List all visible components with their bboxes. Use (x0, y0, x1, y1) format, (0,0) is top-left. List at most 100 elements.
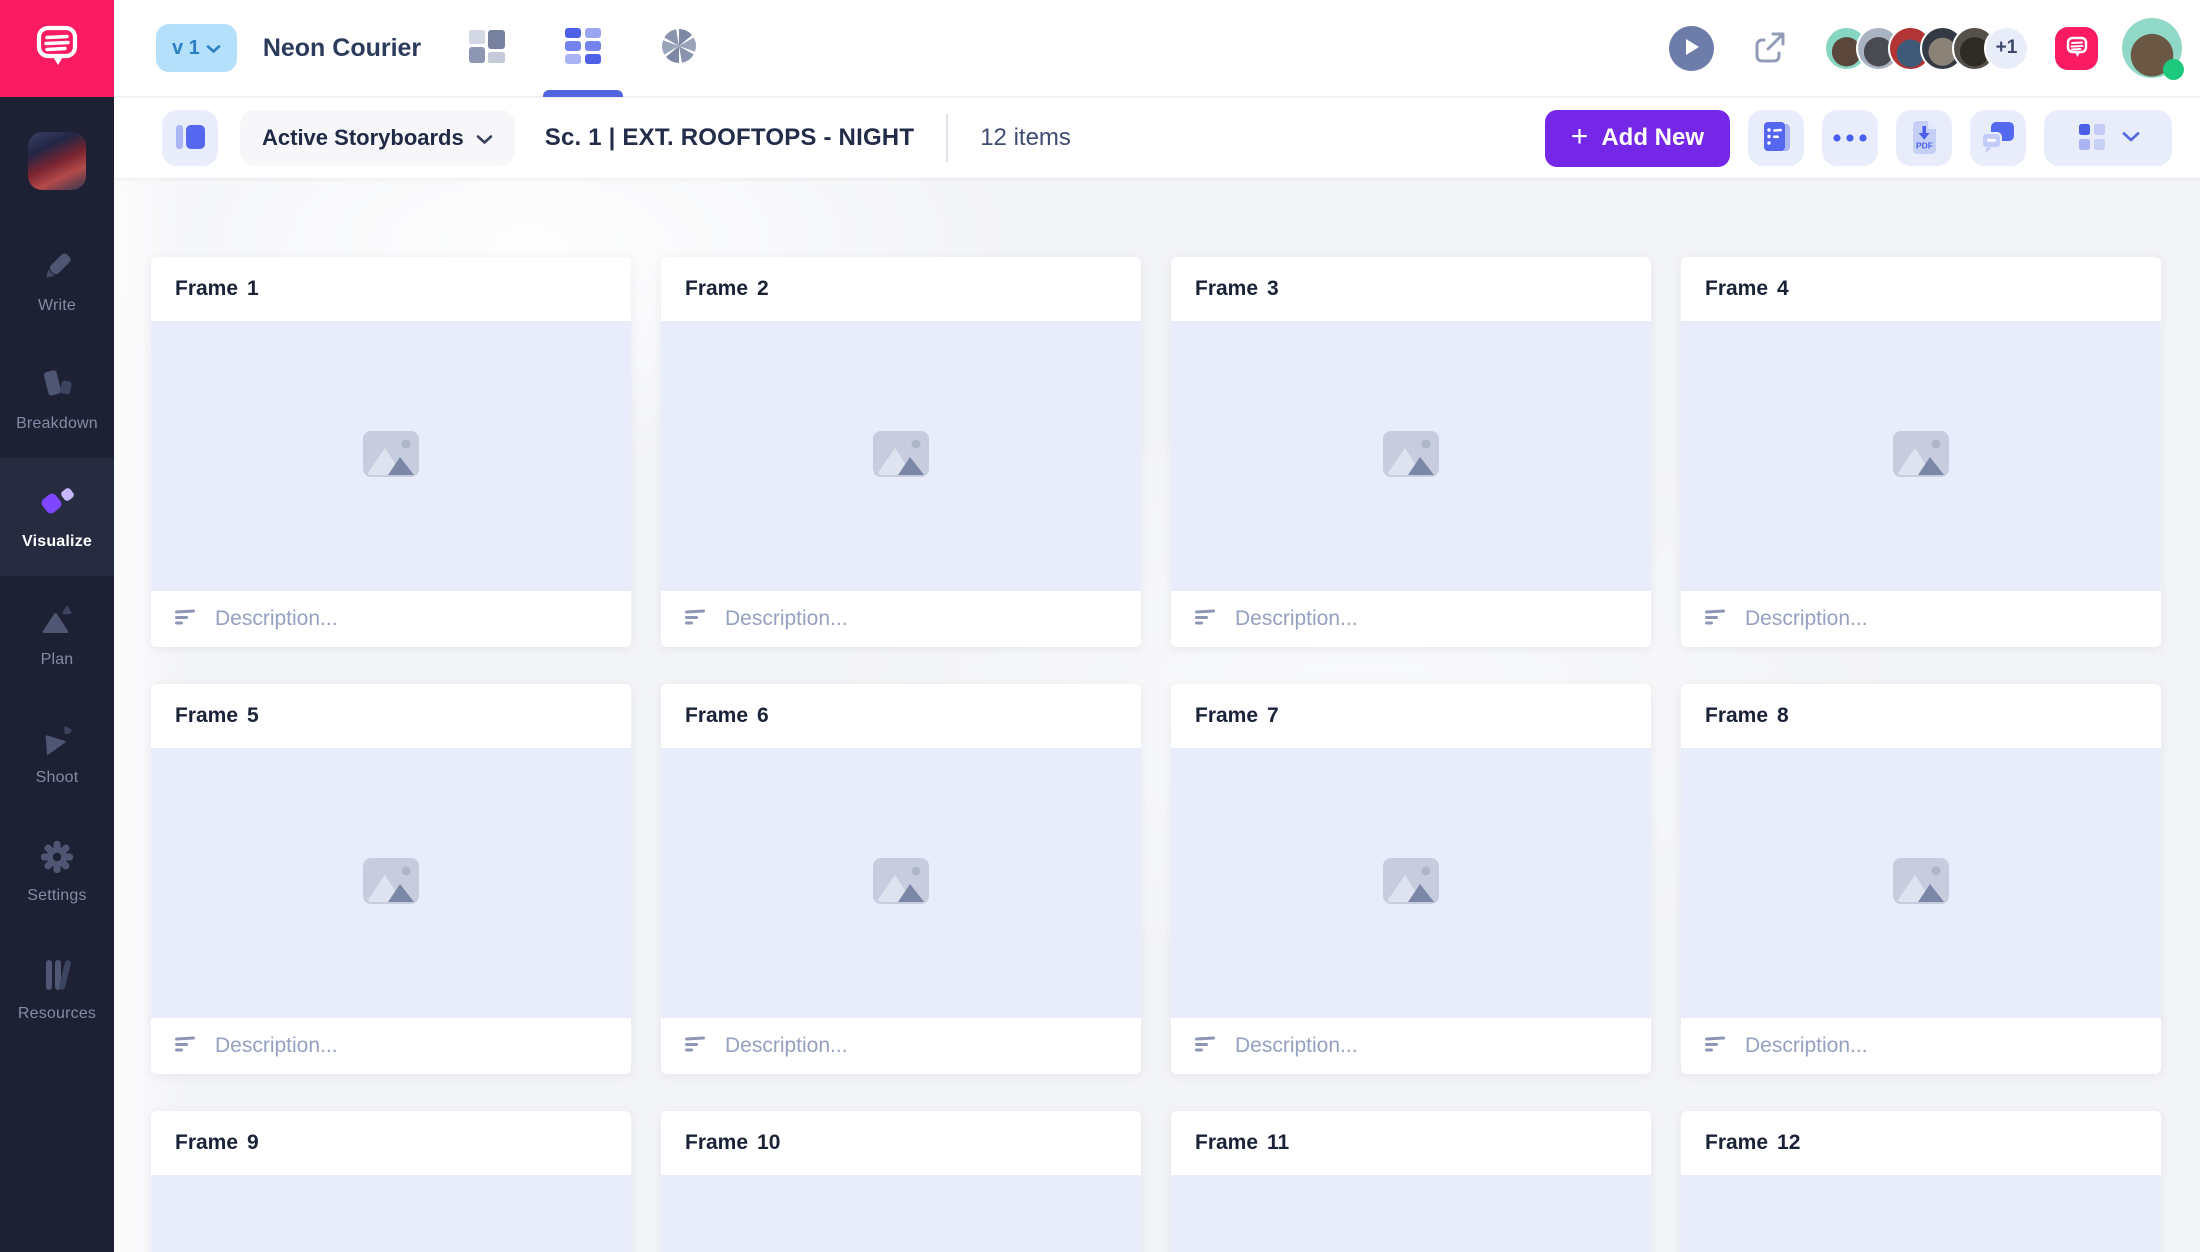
play-button[interactable] (1669, 26, 1714, 71)
board-panel-button[interactable] (162, 110, 218, 166)
frame-image-placeholder[interactable] (1171, 1175, 1651, 1252)
frame-description-row[interactable]: Description... (1681, 1018, 2161, 1074)
text-lines-icon (1705, 1036, 1727, 1057)
text-lines-icon (1705, 609, 1727, 630)
storyboard-frame-card[interactable]: Frame6 Description... (661, 684, 1141, 1074)
storyboard-frame-card[interactable]: Frame2 Description... (661, 257, 1141, 647)
tab-layout-view[interactable] (464, 0, 510, 97)
text-lines-icon (175, 1036, 197, 1057)
chat-bubble-icon (2064, 34, 2090, 63)
frame-card-header: Frame2 (661, 257, 1141, 321)
frame-description-input[interactable]: Description... (1745, 607, 1868, 631)
frame-card-header: Frame7 (1171, 684, 1651, 748)
storyboard-frame-card[interactable]: Frame7 Description... (1171, 684, 1651, 1074)
frame-title: Frame8 (1705, 704, 1789, 728)
storyboard-frame-card[interactable]: Frame8 Description... (1681, 684, 2161, 1074)
frame-image-placeholder[interactable] (661, 321, 1141, 591)
text-lines-icon (685, 609, 707, 630)
plus-icon: + (1571, 122, 1589, 152)
gear-icon (38, 837, 76, 877)
storyboard-frame-card[interactable]: Frame10 Description... (661, 1111, 1141, 1252)
frame-description-input[interactable]: Description... (215, 607, 338, 631)
frame-image-placeholder[interactable] (151, 1175, 631, 1252)
ellipsis-icon (1832, 131, 1868, 146)
storyboard-content: Frame1 Description... (114, 178, 2200, 1252)
storyboard-grid-icon (564, 24, 602, 73)
comments-button[interactable] (1970, 110, 2026, 166)
frame-image-placeholder[interactable] (661, 748, 1141, 1018)
frame-description-row[interactable]: Description... (1681, 591, 2161, 647)
storyboard-frame-card[interactable]: Frame3 Description... (1171, 257, 1651, 647)
sidebar-item-plan[interactable]: Plan (0, 576, 114, 694)
frame-image-placeholder[interactable] (1171, 321, 1651, 591)
storyboard-selector-dropdown[interactable]: Active Storyboards (240, 110, 515, 166)
sidebar-item-resources[interactable]: Resources (0, 930, 114, 1048)
add-new-label: Add New (1601, 124, 1704, 152)
version-dropdown[interactable]: v 1 (156, 24, 237, 72)
chevron-down-icon (476, 125, 493, 151)
share-icon (1750, 27, 1790, 70)
storyboard-frame-card[interactable]: Frame9 Description... (151, 1111, 631, 1252)
storyboard-frame-card[interactable]: Frame5 Description... (151, 684, 631, 1074)
scene-title: Sc. 1 | EXT. ROOFTOPS - NIGHT (545, 124, 914, 152)
frame-image-placeholder[interactable] (151, 748, 631, 1018)
frame-description-row[interactable]: Description... (661, 1018, 1141, 1074)
tab-grid-view[interactable] (560, 0, 606, 97)
sidebar-item-label: Settings (27, 887, 86, 905)
frame-description-row[interactable]: Description... (151, 591, 631, 647)
image-icon (1383, 431, 1439, 482)
library-icon (37, 955, 77, 995)
frame-title: Frame12 (1705, 1131, 1800, 1155)
image-icon (1893, 858, 1949, 909)
frame-image-placeholder[interactable] (1681, 1175, 2161, 1252)
frame-description-input[interactable]: Description... (1745, 1034, 1868, 1058)
frame-image-placeholder[interactable] (661, 1175, 1141, 1252)
sidebar-item-label: Shoot (36, 769, 79, 787)
sidebar-item-label: Resources (18, 1005, 96, 1023)
frame-description-row[interactable]: Description... (151, 1018, 631, 1074)
frame-description-input[interactable]: Description... (1235, 607, 1358, 631)
frame-description-input[interactable]: Description... (725, 1034, 848, 1058)
more-options-button[interactable] (1822, 110, 1878, 166)
storyboard-frame-card[interactable]: Frame1 Description... (151, 257, 631, 647)
comments-icon (1978, 117, 2018, 160)
frame-image-placeholder[interactable] (1171, 748, 1651, 1018)
app-root: Write Breakdown Visual (0, 0, 2200, 1252)
export-pdf-button[interactable]: PDF (1896, 110, 1952, 166)
frame-description-input[interactable]: Description... (215, 1034, 338, 1058)
breakdown-icon (37, 365, 77, 405)
storyboard-frame-card[interactable]: Frame4 Description... (1681, 257, 2161, 647)
project-avatar[interactable] (28, 132, 86, 190)
frame-image-placeholder[interactable] (151, 321, 631, 591)
frame-description-row[interactable]: Description... (1171, 1018, 1651, 1074)
shutter-icon (657, 24, 701, 73)
frame-description-row[interactable]: Description... (661, 591, 1141, 647)
storyboard-frame-card[interactable]: Frame11 Description... (1171, 1111, 1651, 1252)
sidebar-item-settings[interactable]: Settings (0, 812, 114, 930)
sidebar-item-visualize[interactable]: Visualize (0, 458, 114, 576)
collaborators-overflow-badge[interactable]: +1 (1984, 26, 2029, 71)
sidebar-item-write[interactable]: Write (0, 222, 114, 340)
frame-description-input[interactable]: Description... (725, 607, 848, 631)
sidebar-item-breakdown[interactable]: Breakdown (0, 340, 114, 458)
frame-card-header: Frame3 (1171, 257, 1651, 321)
frame-description-row[interactable]: Description... (1171, 591, 1651, 647)
share-button[interactable] (1750, 27, 1790, 70)
text-lines-icon (175, 609, 197, 630)
frame-image-placeholder[interactable] (1681, 321, 2161, 591)
storyboard-frame-card[interactable]: Frame12 Description... (1681, 1111, 2161, 1252)
notes-button[interactable] (1748, 110, 1804, 166)
sidebar-item-label: Write (38, 297, 76, 315)
add-new-button[interactable]: + Add New (1545, 110, 1730, 167)
user-avatar[interactable] (2122, 18, 2182, 78)
frame-image-placeholder[interactable] (1681, 748, 2161, 1018)
storyboard-selector-label: Active Storyboards (262, 125, 464, 151)
layout-selector-button[interactable] (2044, 110, 2172, 166)
send-icon (37, 719, 77, 759)
tab-shots-view[interactable] (656, 0, 702, 97)
image-icon (1383, 858, 1439, 909)
app-logo[interactable] (0, 0, 114, 97)
app-chat-button[interactable] (2055, 27, 2098, 70)
sidebar-item-shoot[interactable]: Shoot (0, 694, 114, 812)
frame-description-input[interactable]: Description... (1235, 1034, 1358, 1058)
